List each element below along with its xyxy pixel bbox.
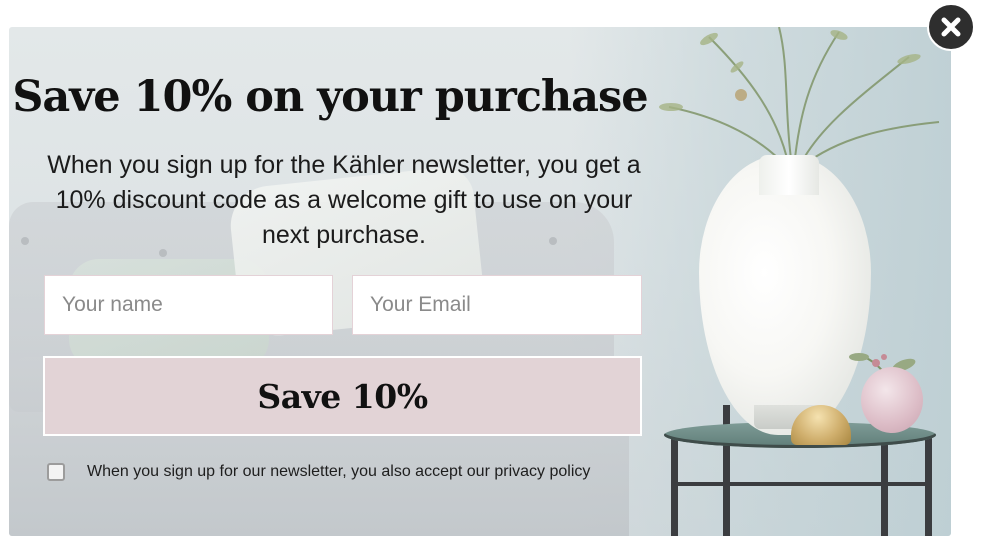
popup-headline: Save 10% on your purchase <box>12 72 648 122</box>
consent-label: When you sign up for our newsletter, you… <box>87 463 591 480</box>
table-leg <box>881 442 888 536</box>
pink-vase <box>861 367 923 433</box>
close-button[interactable] <box>927 3 975 51</box>
sofa-button <box>21 237 29 245</box>
save-discount-button[interactable]: Save 10% <box>43 356 642 436</box>
name-input[interactable] <box>44 275 333 335</box>
email-input[interactable] <box>352 275 642 335</box>
vase-neck <box>759 155 819 195</box>
consent-checkbox[interactable] <box>47 463 65 481</box>
close-icon <box>941 17 961 37</box>
table-bar <box>677 482 929 486</box>
newsletter-popup: Save 10% on your purchase When you sign … <box>9 27 951 536</box>
consent-row: When you sign up for our newsletter, you… <box>47 460 590 484</box>
popup-description: When you sign up for the Kähler newslett… <box>47 151 641 249</box>
